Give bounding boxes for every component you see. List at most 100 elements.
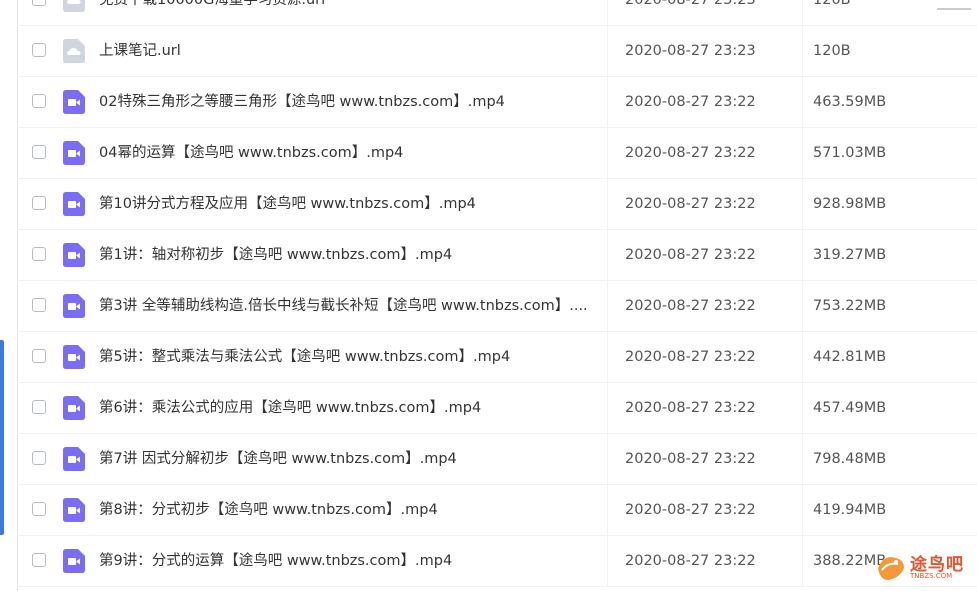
file-size: 457.49MB: [813, 400, 887, 416]
file-size: 120B: [813, 43, 851, 59]
video-file-icon: [63, 90, 85, 114]
file-name[interactable]: 04幂的运算【途鸟吧 www.tnbzs.com】.mp4: [99, 128, 604, 178]
video-file-icon: [63, 243, 85, 267]
file-modified-date: 2020-08-27 23:22: [625, 145, 756, 161]
file-modified-date: 2020-08-27 23:22: [625, 553, 756, 569]
column-divider: [802, 179, 803, 229]
file-row[interactable]: 上课笔记.url 2020-08-27 23:23 120B: [17, 26, 977, 77]
file-modified-date: 2020-08-27 23:22: [625, 94, 756, 110]
file-name[interactable]: 第10讲分式方程及应用【途鸟吧 www.tnbzs.com】.mp4: [99, 179, 604, 229]
file-row[interactable]: 第7讲 因式分解初步【途鸟吧 www.tnbzs.com】.mp4 2020-0…: [17, 434, 977, 485]
row-checkbox[interactable]: [32, 247, 46, 261]
column-divider: [607, 383, 608, 433]
file-name[interactable]: 第1讲：轴对称初步【途鸟吧 www.tnbzs.com】.mp4: [99, 230, 604, 280]
row-checkbox[interactable]: [32, 43, 46, 57]
row-checkbox[interactable]: [32, 451, 46, 465]
file-row[interactable]: 第5讲：整式乘法与乘法公式【途鸟吧 www.tnbzs.com】.mp4 202…: [17, 332, 977, 383]
cloud-link-icon: [63, 39, 85, 63]
left-panel-edge: [0, 0, 18, 591]
column-divider: [802, 128, 803, 178]
file-row[interactable]: 04幂的运算【途鸟吧 www.tnbzs.com】.mp4 2020-08-27…: [17, 128, 977, 179]
row-checkbox[interactable]: [32, 502, 46, 516]
column-divider: [802, 536, 803, 586]
file-modified-date: 2020-08-27 23:22: [625, 451, 756, 467]
file-size: 442.81MB: [813, 349, 887, 365]
column-divider: [802, 230, 803, 280]
cloud-link-icon: [63, 0, 85, 12]
column-divider: [607, 230, 608, 280]
left-panel-scroll-indicator[interactable]: [0, 340, 4, 535]
file-name[interactable]: 第9讲：分式的运算【途鸟吧 www.tnbzs.com】.mp4: [99, 536, 604, 586]
file-size: 419.94MB: [813, 502, 887, 518]
row-checkbox[interactable]: [32, 298, 46, 312]
file-size: 571.03MB: [813, 145, 887, 161]
column-divider: [607, 77, 608, 127]
video-file-icon: [63, 549, 85, 573]
watermark-subtitle: TNBZS.COM: [910, 572, 953, 580]
file-name[interactable]: 第7讲 因式分解初步【途鸟吧 www.tnbzs.com】.mp4: [99, 434, 604, 484]
column-divider: [607, 536, 608, 586]
file-size: 319.27MB: [813, 247, 887, 263]
file-list: 免费下载10000G海量学习资源.url 2020-08-27 23:23 12…: [17, 0, 977, 587]
file-size: 463.59MB: [813, 94, 887, 110]
video-file-icon: [63, 192, 85, 216]
file-name[interactable]: 第3讲 全等辅助线构造.倍长中线与截长补短【途鸟吧 www.tnbzs.com】…: [99, 281, 604, 331]
column-divider: [607, 434, 608, 484]
file-name[interactable]: 第5讲：整式乘法与乘法公式【途鸟吧 www.tnbzs.com】.mp4: [99, 332, 604, 382]
file-size: 753.22MB: [813, 298, 887, 314]
column-divider: [802, 332, 803, 382]
row-checkbox[interactable]: [32, 400, 46, 414]
file-name[interactable]: 上课笔记.url: [99, 26, 604, 76]
file-row[interactable]: 第3讲 全等辅助线构造.倍长中线与截长补短【途鸟吧 www.tnbzs.com】…: [17, 281, 977, 332]
row-checkbox[interactable]: [32, 196, 46, 210]
file-row[interactable]: 免费下载10000G海量学习资源.url 2020-08-27 23:23 12…: [17, 0, 977, 26]
row-checkbox[interactable]: [32, 145, 46, 159]
column-divider: [607, 485, 608, 535]
file-name[interactable]: 第8讲：分式初步【途鸟吧 www.tnbzs.com】.mp4: [99, 485, 604, 535]
file-name[interactable]: 第6讲：乘法公式的应用【途鸟吧 www.tnbzs.com】.mp4: [99, 383, 604, 433]
file-modified-date: 2020-08-27 23:22: [625, 400, 756, 416]
video-file-icon: [63, 498, 85, 522]
column-divider: [802, 0, 803, 25]
file-modified-date: 2020-08-27 23:22: [625, 298, 756, 314]
column-divider: [802, 485, 803, 535]
column-divider: [802, 383, 803, 433]
file-row[interactable]: 第1讲：轴对称初步【途鸟吧 www.tnbzs.com】.mp4 2020-08…: [17, 230, 977, 281]
row-checkbox[interactable]: [32, 94, 46, 108]
column-divider: [607, 332, 608, 382]
column-divider: [607, 26, 608, 76]
file-name[interactable]: 免费下载10000G海量学习资源.url: [99, 0, 604, 25]
file-row[interactable]: 02特殊三角形之等腰三角形【途鸟吧 www.tnbzs.com】.mp4 202…: [17, 77, 977, 128]
video-file-icon: [63, 141, 85, 165]
row-checkbox[interactable]: [32, 349, 46, 363]
bird-logo-icon: [878, 557, 904, 580]
file-modified-date: 2020-08-27 23:22: [625, 502, 756, 518]
watermark-logo: 途鸟吧 TNBZS.COM: [874, 548, 974, 588]
column-divider: [802, 281, 803, 331]
row-checkbox[interactable]: [32, 553, 46, 567]
video-file-icon: [63, 447, 85, 471]
column-divider: [802, 434, 803, 484]
column-divider: [802, 26, 803, 76]
video-file-icon: [63, 345, 85, 369]
file-size: 928.98MB: [813, 196, 887, 212]
column-divider: [802, 77, 803, 127]
file-modified-date: 2020-08-27 23:22: [625, 247, 756, 263]
file-modified-date: 2020-08-27 23:23: [625, 43, 756, 59]
file-modified-date: 2020-08-27 23:22: [625, 196, 756, 212]
file-row[interactable]: 第10讲分式方程及应用【途鸟吧 www.tnbzs.com】.mp4 2020-…: [17, 179, 977, 230]
video-file-icon: [63, 294, 85, 318]
row-checkbox[interactable]: [32, 0, 46, 6]
column-divider: [607, 128, 608, 178]
column-divider: [607, 179, 608, 229]
file-modified-date: 2020-08-27 23:22: [625, 349, 756, 365]
file-modified-date: 2020-08-27 23:23: [625, 0, 756, 8]
file-row[interactable]: 第8讲：分式初步【途鸟吧 www.tnbzs.com】.mp4 2020-08-…: [17, 485, 977, 536]
file-row[interactable]: 第9讲：分式的运算【途鸟吧 www.tnbzs.com】.mp4 2020-08…: [17, 536, 977, 587]
video-file-icon: [63, 396, 85, 420]
column-divider: [607, 281, 608, 331]
file-row[interactable]: 第6讲：乘法公式的应用【途鸟吧 www.tnbzs.com】.mp4 2020-…: [17, 383, 977, 434]
column-divider: [607, 0, 608, 25]
file-name[interactable]: 02特殊三角形之等腰三角形【途鸟吧 www.tnbzs.com】.mp4: [99, 77, 604, 127]
file-size: 798.48MB: [813, 451, 887, 467]
